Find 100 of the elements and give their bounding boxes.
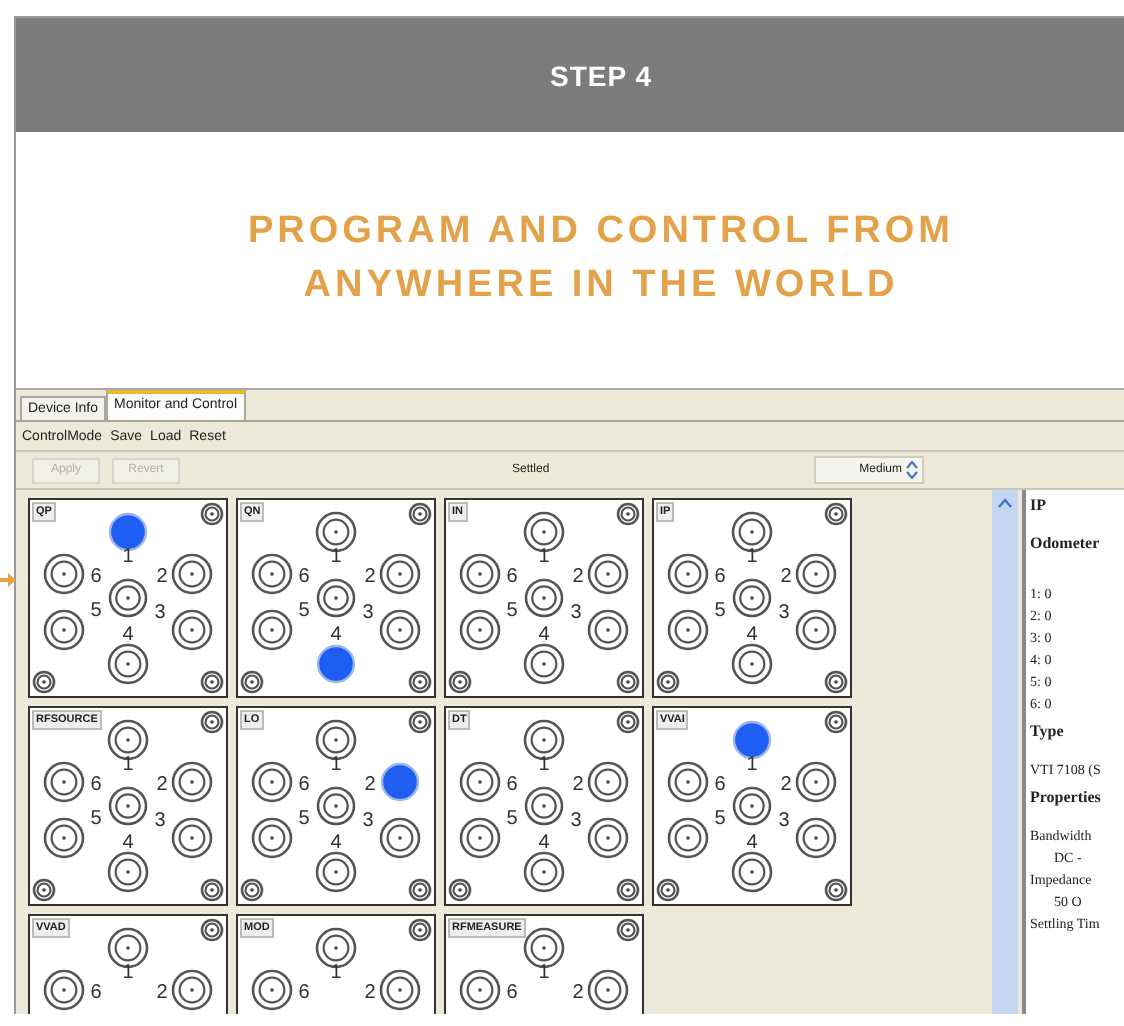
port-number: 5: [298, 808, 310, 830]
common-port-icon[interactable]: [524, 578, 564, 618]
port-icon[interactable]: [587, 817, 629, 859]
port-number: 4: [746, 832, 758, 854]
port-icon[interactable]: [795, 761, 837, 803]
port-number: 1: [746, 546, 758, 568]
corner-connector-icon[interactable]: [824, 878, 848, 902]
port-number: 2: [156, 982, 168, 1004]
port-icon[interactable]: [795, 609, 837, 651]
selected-port-icon[interactable]: [380, 762, 420, 802]
port-number: 5: [90, 808, 102, 830]
corner-connector-icon[interactable]: [448, 878, 472, 902]
port-icon[interactable]: [43, 553, 85, 595]
port-icon[interactable]: [379, 817, 421, 859]
common-port-icon[interactable]: [524, 786, 564, 826]
port-number: 2: [780, 774, 792, 796]
corner-connector-icon[interactable]: [200, 670, 224, 694]
corner-connector-icon[interactable]: [408, 878, 432, 902]
corner-connector-icon[interactable]: [408, 710, 432, 734]
port-icon[interactable]: [379, 553, 421, 595]
corner-connector-icon[interactable]: [200, 878, 224, 902]
headline-text: PROGRAM AND CONTROL FROM: [247, 208, 955, 256]
port-number: 1: [746, 754, 758, 776]
port-icon[interactable]: [171, 761, 213, 803]
port-number: 2: [364, 774, 376, 796]
port-icon[interactable]: [107, 851, 149, 893]
port-icon[interactable]: [251, 761, 293, 803]
port-icon[interactable]: [459, 553, 501, 595]
port-icon[interactable]: [171, 969, 213, 1011]
scrollbar[interactable]: [992, 490, 1018, 1014]
common-port-icon[interactable]: [732, 786, 772, 826]
corner-connector-icon[interactable]: [616, 878, 640, 902]
corner-connector-icon[interactable]: [448, 670, 472, 694]
corner-connector-icon[interactable]: [408, 502, 432, 526]
port-icon[interactable]: [43, 761, 85, 803]
port-icon[interactable]: [667, 609, 709, 651]
port-icon[interactable]: [43, 609, 85, 651]
port-icon[interactable]: [251, 553, 293, 595]
corner-connector-icon[interactable]: [200, 502, 224, 526]
port-icon[interactable]: [459, 969, 501, 1011]
corner-connector-icon[interactable]: [200, 710, 224, 734]
port-icon[interactable]: [587, 609, 629, 651]
port-icon[interactable]: [667, 761, 709, 803]
port-icon[interactable]: [315, 851, 357, 893]
corner-connector-icon[interactable]: [824, 670, 848, 694]
port-number: 2: [156, 774, 168, 796]
corner-connector-icon[interactable]: [240, 878, 264, 902]
corner-connector-icon[interactable]: [200, 918, 224, 942]
corner-connector-icon[interactable]: [32, 670, 56, 694]
port-icon[interactable]: [43, 969, 85, 1011]
port-icon[interactable]: [731, 851, 773, 893]
port-icon[interactable]: [171, 817, 213, 859]
selected-port-icon[interactable]: [108, 512, 148, 552]
port-icon[interactable]: [667, 553, 709, 595]
common-port-icon[interactable]: [108, 578, 148, 618]
port-number: 6: [90, 982, 102, 1004]
port-icon[interactable]: [251, 969, 293, 1011]
corner-connector-icon[interactable]: [656, 878, 680, 902]
port-icon[interactable]: [251, 817, 293, 859]
port-icon[interactable]: [667, 817, 709, 859]
corner-connector-icon[interactable]: [32, 878, 56, 902]
corner-connector-icon[interactable]: [656, 670, 680, 694]
port-icon[interactable]: [795, 553, 837, 595]
corner-connector-icon[interactable]: [240, 670, 264, 694]
port-icon[interactable]: [171, 609, 213, 651]
port-icon[interactable]: [587, 969, 629, 1011]
port-icon[interactable]: [795, 817, 837, 859]
corner-connector-icon[interactable]: [408, 918, 432, 942]
panel-heading: Odometer: [1030, 534, 1102, 552]
port-icon[interactable]: [379, 969, 421, 1011]
scroll-up-icon[interactable]: [998, 498, 1012, 508]
port-icon[interactable]: [731, 643, 773, 685]
corner-connector-icon[interactable]: [408, 670, 432, 694]
corner-connector-icon[interactable]: [616, 502, 640, 526]
selected-port-icon[interactable]: [732, 720, 772, 760]
port-icon[interactable]: [587, 553, 629, 595]
port-number: 3: [778, 810, 790, 832]
common-port-icon[interactable]: [108, 786, 148, 826]
selected-port-icon[interactable]: [316, 644, 356, 684]
port-icon[interactable]: [43, 817, 85, 859]
corner-connector-icon[interactable]: [616, 918, 640, 942]
port-icon[interactable]: [459, 609, 501, 651]
corner-connector-icon[interactable]: [616, 670, 640, 694]
port-icon[interactable]: [523, 851, 565, 893]
port-icon[interactable]: [523, 643, 565, 685]
port-icon[interactable]: [251, 609, 293, 651]
port-icon[interactable]: [171, 553, 213, 595]
corner-connector-icon[interactable]: [824, 502, 848, 526]
port-icon[interactable]: [107, 643, 149, 685]
corner-connector-icon[interactable]: [824, 710, 848, 734]
port-icon[interactable]: [587, 761, 629, 803]
common-port-icon[interactable]: [732, 578, 772, 618]
common-port-icon[interactable]: [316, 578, 356, 618]
port-icon[interactable]: [459, 761, 501, 803]
port-number: 6: [90, 566, 102, 588]
corner-connector-icon[interactable]: [616, 710, 640, 734]
panel-heading: Properties: [1030, 788, 1103, 806]
common-port-icon[interactable]: [316, 786, 356, 826]
port-icon[interactable]: [379, 609, 421, 651]
port-icon[interactable]: [459, 817, 501, 859]
